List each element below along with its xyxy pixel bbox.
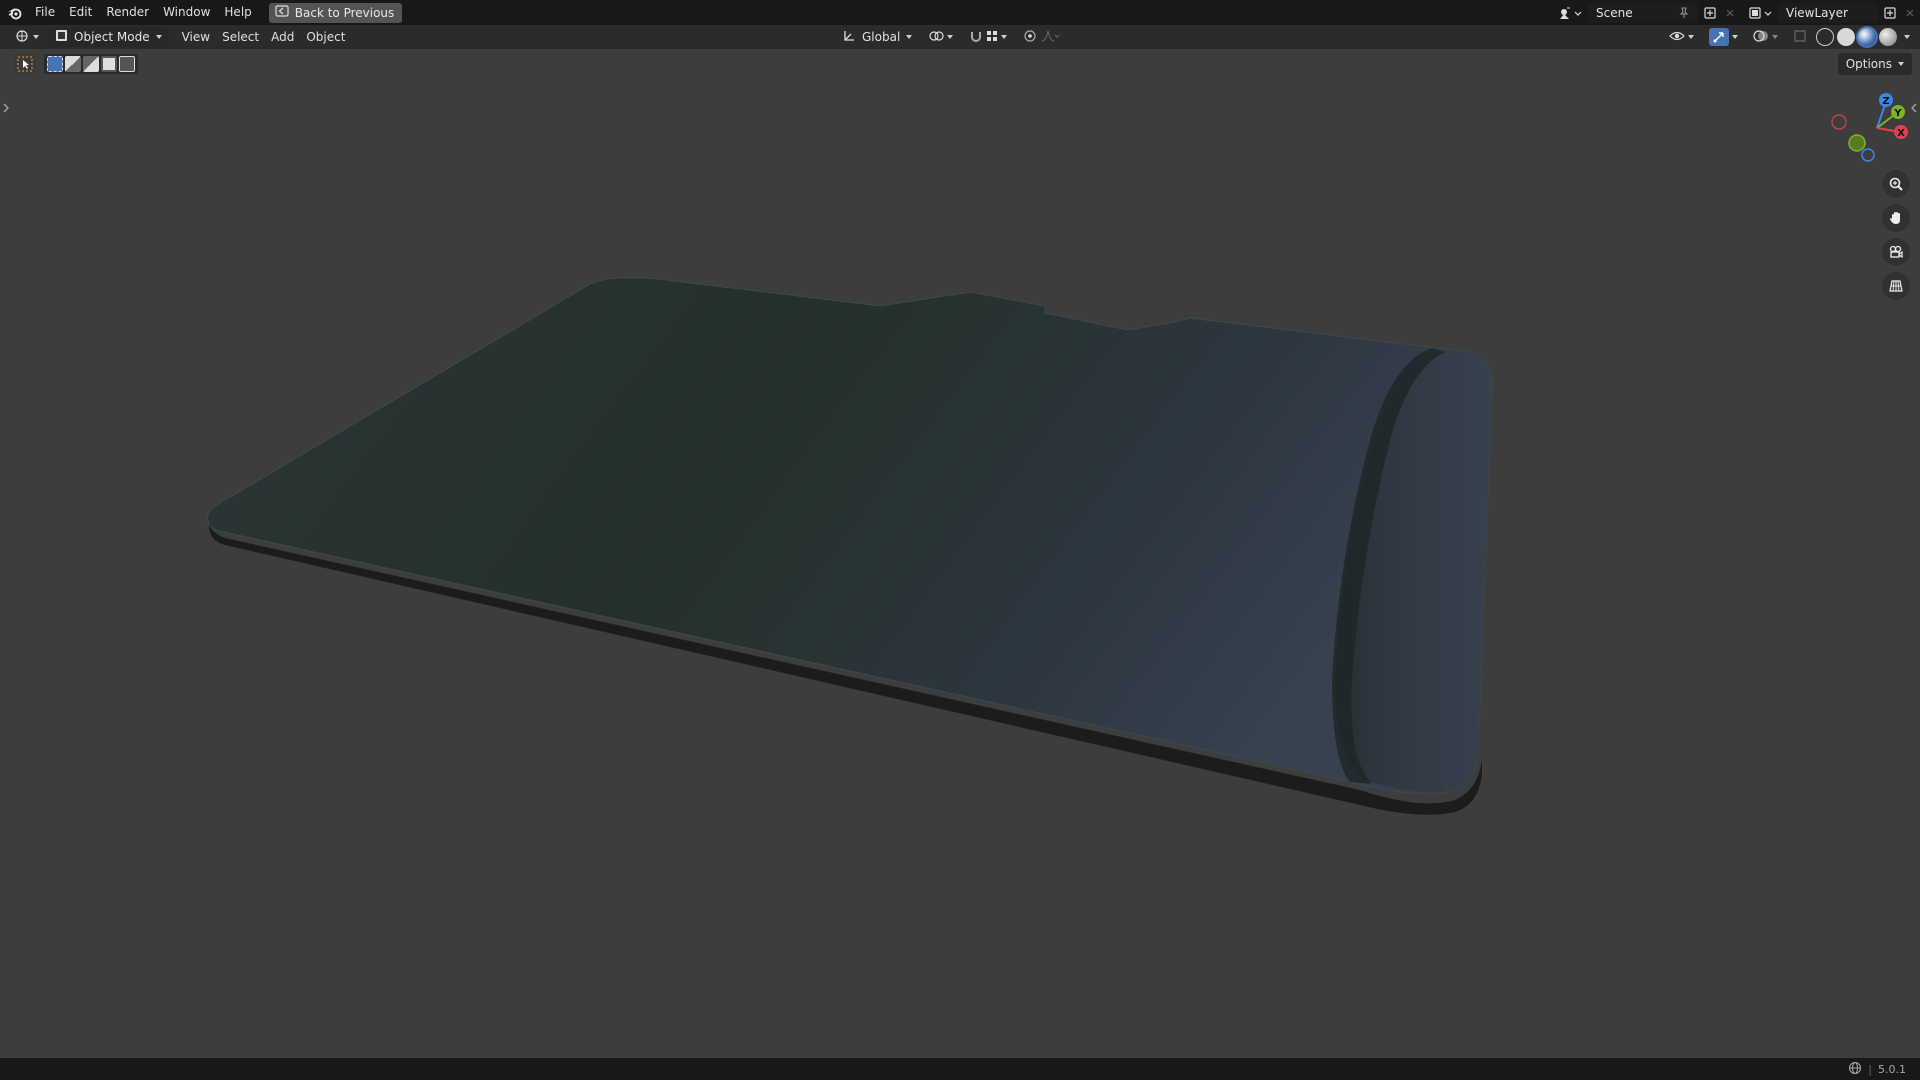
version-label: 5.0.1 (1878, 1062, 1906, 1076)
viewport-canvas[interactable] (0, 49, 1920, 1058)
eye-icon (1669, 29, 1685, 46)
object-mode-icon (55, 29, 68, 45)
toolbar-expand-icon[interactable] (2, 102, 10, 117)
pin-icon[interactable] (1674, 3, 1694, 23)
selection-invert-icon[interactable] (101, 56, 117, 72)
viewport-display-controls (1663, 27, 1910, 47)
gizmo-x-label: X (1897, 128, 1905, 139)
gizmo-toggle[interactable] (1703, 27, 1744, 47)
gizmo-neg-z (1861, 148, 1875, 162)
transform-controls: Global (836, 27, 1067, 47)
falloff-curve-icon (1041, 30, 1061, 45)
menu-render[interactable]: Render (99, 0, 156, 25)
chevron-down-icon (1898, 62, 1904, 66)
chevron-down-icon (33, 35, 39, 39)
selection-subtract-icon[interactable] (83, 56, 99, 72)
back-to-previous-button[interactable]: Back to Previous (268, 2, 403, 23)
orientation-axes-icon (842, 29, 856, 46)
options-label: Options (1845, 57, 1892, 71)
viewlayer-browse-icon[interactable] (1746, 3, 1776, 23)
menu-add[interactable]: Add (265, 27, 300, 47)
viewport-editor-icon (14, 29, 30, 46)
hand-icon[interactable] (1882, 204, 1910, 232)
scene-browse-icon[interactable] (1556, 3, 1586, 23)
menu-object[interactable]: Object (300, 27, 351, 47)
chevron-down-icon (155, 35, 162, 39)
xray-toggle[interactable] (1787, 27, 1813, 47)
delete-scene-icon[interactable] (1720, 3, 1740, 23)
gizmo-y-label: Y (1893, 108, 1902, 119)
globe-icon (1848, 1061, 1862, 1078)
grid-icon[interactable] (1882, 272, 1910, 300)
object-mode-label: Object Mode (74, 30, 150, 44)
menu-file[interactable]: File (28, 0, 62, 25)
topbar-right: Scene ViewLayer (1556, 0, 1920, 25)
options-dropdown[interactable]: Options (1837, 53, 1912, 75)
selection-mode-group (44, 54, 138, 74)
transform-orientation-dropdown[interactable]: Global (836, 27, 918, 47)
magnet-icon (969, 29, 983, 46)
gizmo-neg-x (1831, 114, 1847, 130)
zoom-icon[interactable] (1882, 170, 1910, 198)
xray-icon (1793, 29, 1807, 46)
orientation-label: Global (862, 30, 901, 44)
viewport-header: Object Mode View Select Add Object Globa… (0, 25, 1920, 49)
snap-grid-icon (986, 30, 998, 45)
viewlayer-selector: ViewLayer (1746, 2, 1920, 23)
proportional-editing-toggle[interactable] (1017, 27, 1067, 47)
status-bar: | 5.0.1 (0, 1058, 1920, 1080)
pivot-icon (928, 29, 944, 46)
selection-extend-icon[interactable] (65, 56, 81, 72)
gizmo-z-label: Z (1882, 96, 1889, 107)
snap-toggle[interactable] (963, 27, 1013, 47)
wireframe-shading-button[interactable] (1816, 28, 1834, 46)
chevron-down-icon (1001, 35, 1008, 39)
chevron-down-icon[interactable] (1904, 35, 1910, 39)
overlays-toggle[interactable] (1747, 27, 1784, 47)
chevron-down-icon (906, 35, 913, 39)
chevron-down-icon (947, 35, 954, 39)
selection-new-icon[interactable] (47, 56, 63, 72)
selection-intersect-icon[interactable] (119, 56, 135, 72)
chevron-down-icon (1732, 35, 1738, 39)
rendered-shading-button[interactable] (1879, 28, 1897, 46)
status-separator: | (1868, 1062, 1872, 1076)
material-preview-shading-button[interactable] (1858, 28, 1876, 46)
back-icon (275, 5, 289, 20)
editor-type-dropdown[interactable] (8, 27, 45, 47)
mousepad-surface (207, 277, 1494, 795)
pivot-point-dropdown[interactable] (922, 27, 959, 47)
proportional-icon (1023, 29, 1037, 46)
delete-viewlayer-icon[interactable] (1900, 3, 1920, 23)
object-mode-dropdown[interactable]: Object Mode (49, 27, 168, 47)
chevron-down-icon (1772, 35, 1778, 39)
new-viewlayer-icon[interactable] (1880, 3, 1900, 23)
camera-icon[interactable] (1882, 238, 1910, 266)
solid-shading-button[interactable] (1837, 28, 1855, 46)
chevron-down-icon (1688, 35, 1694, 39)
new-scene-icon[interactable] (1700, 3, 1720, 23)
navigation-tools (1882, 170, 1910, 300)
menu-window[interactable]: Window (156, 0, 217, 25)
navigation-gizmo[interactable]: Z Y X (1822, 86, 1912, 166)
viewlayer-name-field[interactable]: ViewLayer (1778, 2, 1878, 23)
blender-logo-icon[interactable] (2, 0, 28, 25)
menu-edit[interactable]: Edit (62, 0, 99, 25)
gizmo-icon (1709, 28, 1729, 46)
back-to-previous-label: Back to Previous (294, 5, 395, 20)
overlays-icon (1753, 29, 1769, 46)
scene-selector: Scene (1556, 2, 1740, 23)
menu-view[interactable]: View (176, 27, 216, 47)
top-menu-bar: File Edit Render Window Help Back to Pre… (0, 0, 1920, 25)
gizmo-neg-y (1848, 134, 1866, 152)
selectability-visibility-dropdown[interactable] (1663, 27, 1700, 47)
tool-settings-row (14, 53, 138, 75)
menu-select[interactable]: Select (216, 27, 265, 47)
menu-help[interactable]: Help (217, 0, 258, 25)
select-tool-button[interactable] (14, 53, 36, 75)
